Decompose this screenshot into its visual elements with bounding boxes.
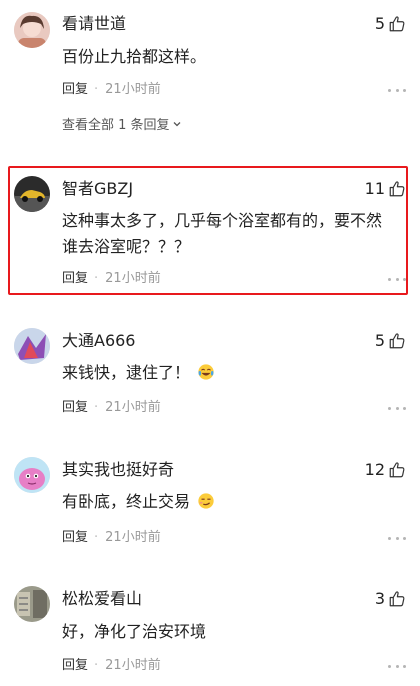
more-dots-icon[interactable] — [386, 81, 408, 99]
avatar[interactable] — [14, 586, 50, 622]
timestamp: 21小时前 — [105, 400, 161, 415]
like-button[interactable]: 5 — [375, 331, 406, 351]
more-dots-icon[interactable] — [386, 399, 408, 417]
timestamp: 21小时前 — [105, 271, 161, 286]
avatar[interactable] — [14, 457, 50, 493]
username[interactable]: 其实我也挺好奇 — [62, 460, 174, 480]
laughing-tears-emoji — [197, 363, 215, 389]
avatar[interactable] — [14, 176, 50, 212]
more-dots-icon[interactable] — [386, 270, 408, 288]
thumbs-up-icon — [388, 15, 406, 33]
thumbs-up-icon — [388, 461, 406, 479]
username[interactable]: 看请世道 — [62, 14, 126, 34]
thumbs-up-icon — [388, 180, 406, 198]
thumbs-up-icon — [388, 590, 406, 608]
like-count: 12 — [364, 460, 385, 479]
comment-text: 这种事太多了，几乎每个浴室都有的，要不然谁去浴室呢？？？ — [62, 211, 383, 256]
comment-meta: 回复 · 21小时前 — [62, 270, 161, 288]
reply-button[interactable]: 回复 — [62, 657, 88, 675]
smirk-emoji — [197, 492, 215, 518]
timestamp: 21小时前 — [105, 530, 161, 545]
like-count: 11 — [364, 179, 385, 198]
like-button[interactable]: 12 — [365, 460, 406, 480]
like-button[interactable]: 11 — [365, 179, 406, 199]
comment-text: 有卧底，终止交易 — [62, 489, 394, 518]
like-count: 3 — [374, 589, 385, 608]
reply-button[interactable]: 回复 — [62, 81, 88, 99]
comment-meta: 回复 · 21小时前 — [62, 399, 161, 417]
separator-dot: · — [94, 658, 99, 673]
comment-meta: 回复 · 21小时前 — [62, 657, 161, 675]
avatar[interactable] — [14, 12, 50, 48]
thumbs-up-icon — [388, 332, 406, 350]
comment-meta: 回复 · 21小时前 — [62, 529, 161, 547]
comment-text: 来钱快，逮住了！ — [62, 360, 394, 389]
more-dots-icon[interactable] — [386, 529, 408, 547]
username[interactable]: 大通A666 — [62, 331, 136, 351]
like-count: 5 — [374, 331, 385, 350]
reply-button[interactable]: 回复 — [62, 529, 88, 547]
like-button[interactable]: 5 — [375, 14, 406, 34]
reply-button[interactable]: 回复 — [62, 399, 88, 417]
like-button[interactable]: 3 — [375, 589, 406, 609]
avatar[interactable] — [14, 328, 50, 364]
comment-meta: 回复 · 21小时前 — [62, 81, 161, 99]
comment-text-body: 来钱快，逮住了！ — [62, 363, 191, 382]
timestamp: 21小时前 — [105, 82, 161, 97]
like-count: 5 — [374, 14, 385, 33]
username[interactable]: 松松爱看山 — [62, 589, 142, 609]
separator-dot: · — [94, 271, 99, 286]
view-all-label: 查看全部 1 条回复 — [62, 118, 170, 133]
username[interactable]: 智者GBZJ — [62, 179, 133, 199]
chevron-down-icon — [172, 117, 182, 135]
comment-text-body: 有卧底，终止交易 — [62, 492, 191, 511]
comment-text: 好，净化了治安环境 — [62, 622, 207, 641]
separator-dot: · — [94, 82, 99, 97]
view-all-replies-link[interactable]: 查看全部 1 条回复 — [62, 117, 182, 135]
timestamp: 21小时前 — [105, 658, 161, 673]
separator-dot: · — [94, 400, 99, 415]
reply-button[interactable]: 回复 — [62, 270, 88, 288]
separator-dot: · — [94, 530, 99, 545]
more-dots-icon[interactable] — [386, 657, 408, 675]
comment-text: 百份止九拾都这样。 — [62, 47, 207, 66]
